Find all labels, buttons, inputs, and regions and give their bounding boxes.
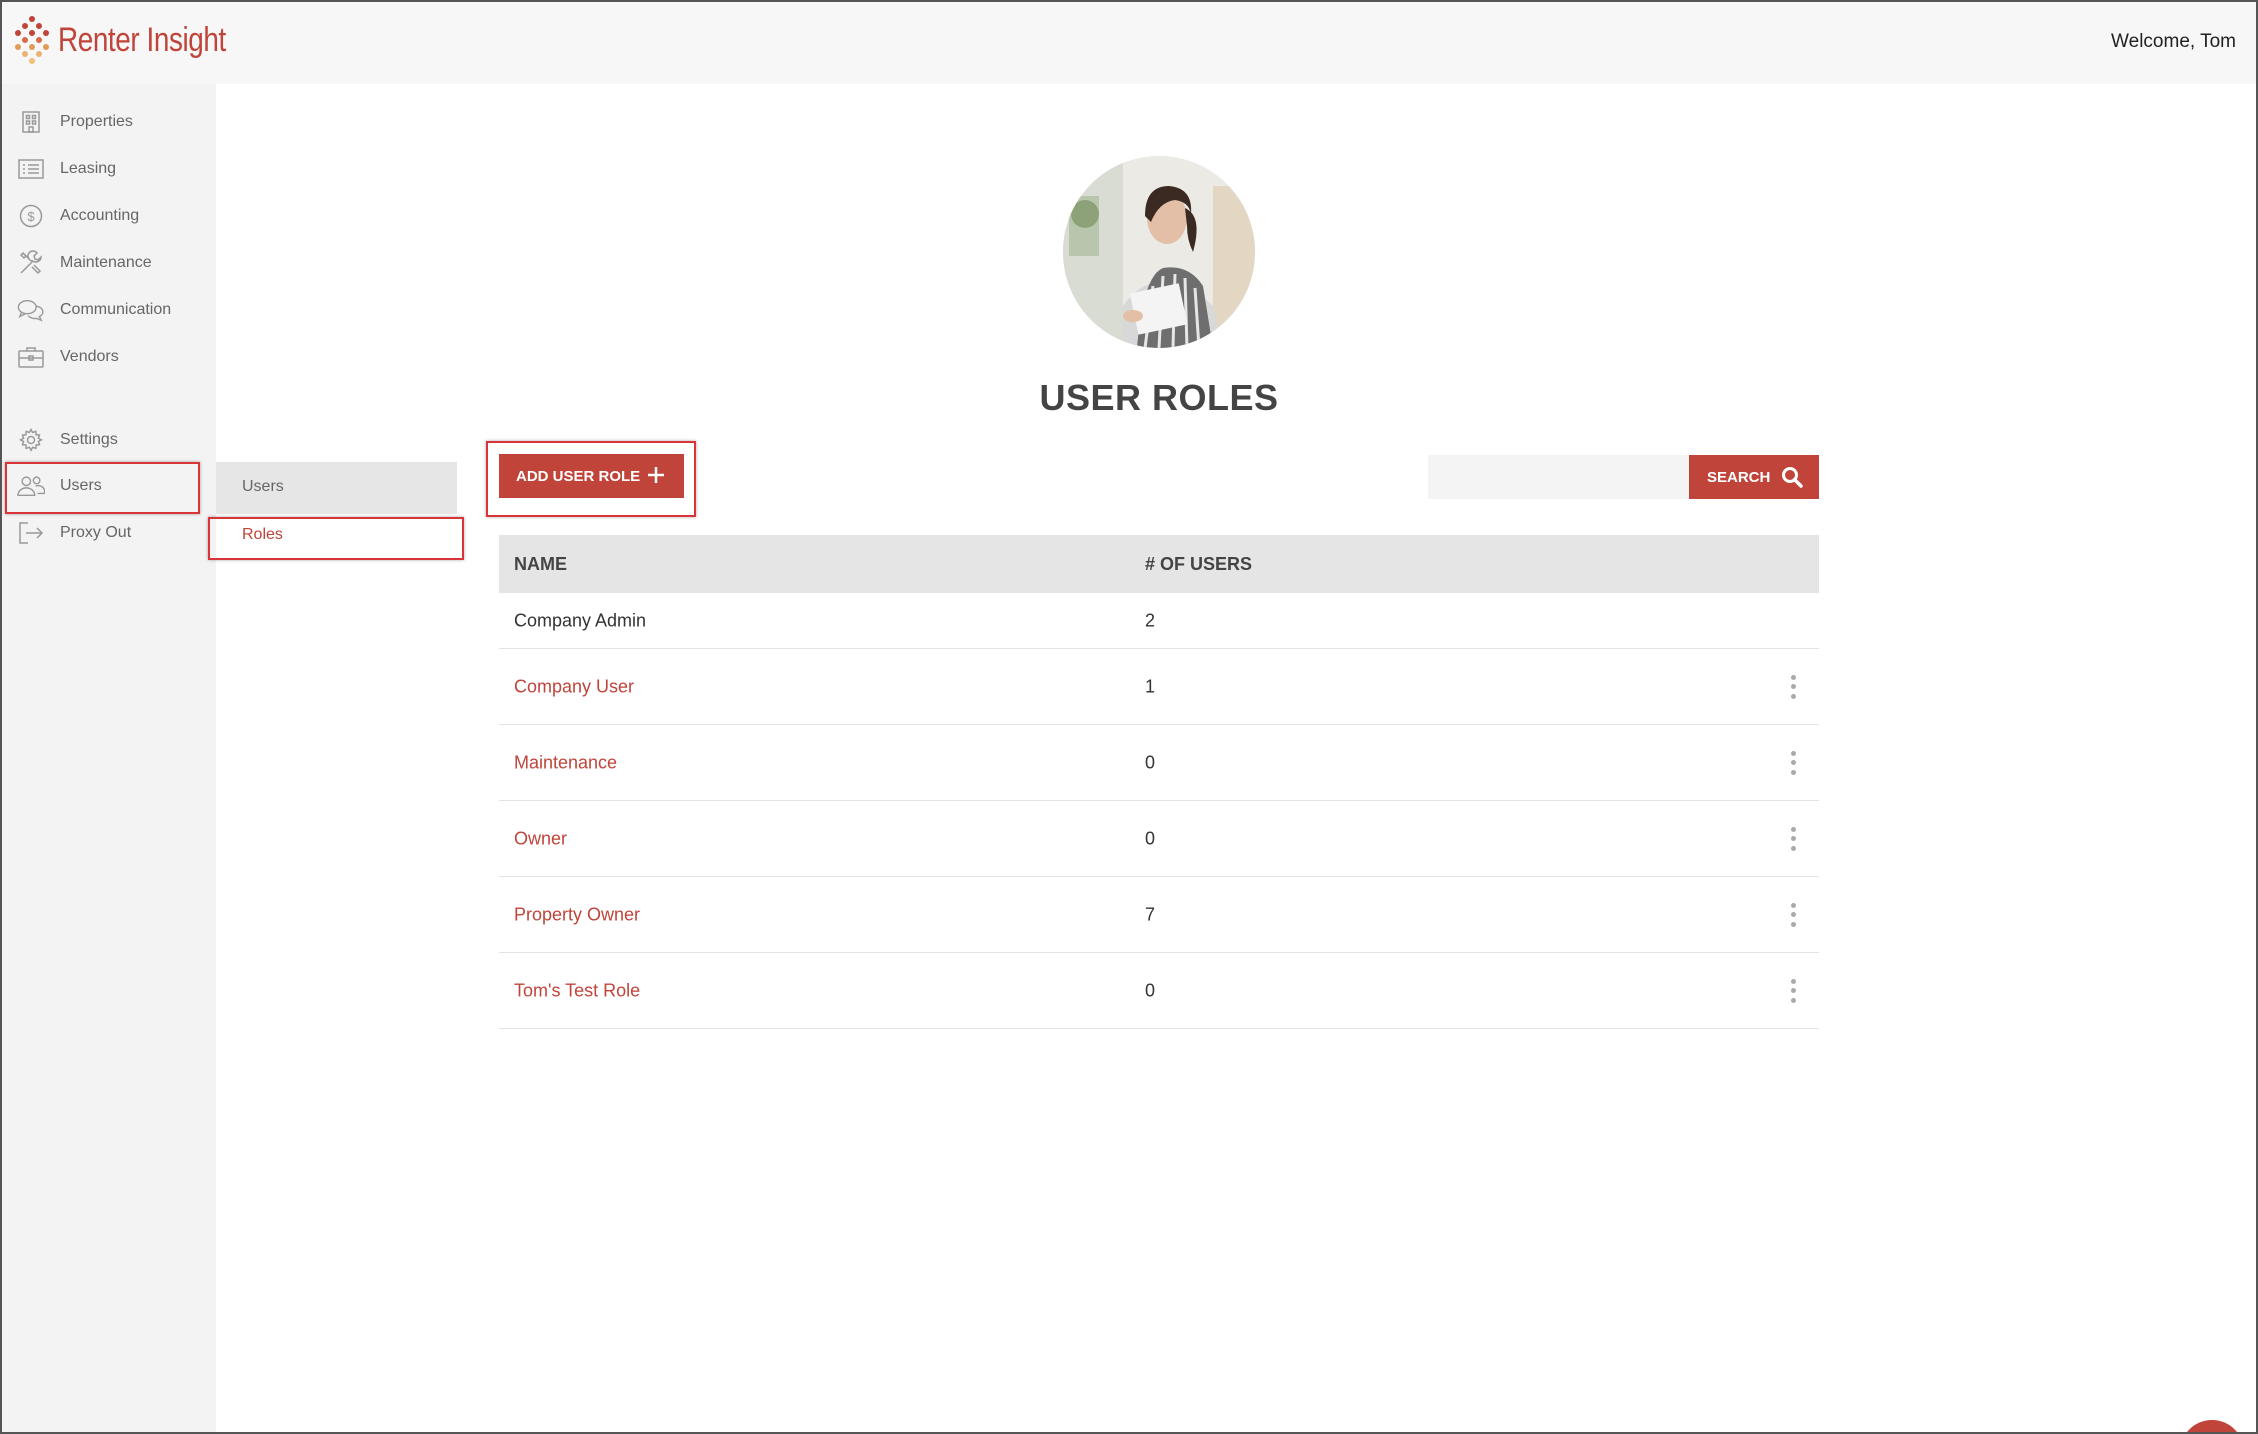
table-row: Property Owner 7: [499, 877, 1819, 953]
svg-text:$: $: [27, 209, 35, 224]
role-name-link[interactable]: Company User: [514, 676, 634, 697]
role-user-count: 0: [1145, 980, 1156, 1000]
role-user-count: 1: [1145, 676, 1156, 696]
column-header-name[interactable]: NAME: [514, 554, 567, 575]
user-roles-table: NAME # OF USERS Company Admin 2 Company …: [499, 535, 1819, 1029]
table-row: Owner 0: [499, 801, 1819, 877]
submenu-item-users[interactable]: Users: [242, 478, 284, 496]
add-user-role-label: ADD USER ROLE: [516, 467, 641, 485]
sidebar-item-leasing[interactable]: Leasing: [0, 149, 216, 189]
sidebar-item-label: Settings: [60, 431, 118, 448]
table-row: Company User 1: [499, 649, 1819, 725]
gear-icon: [17, 426, 45, 454]
role-user-count: 7: [1145, 904, 1156, 924]
sidebar-item-label: Leasing: [60, 160, 117, 177]
sign-out-icon: [17, 519, 45, 547]
search-icon: [1781, 466, 1803, 492]
table-row: Company Admin 2: [499, 593, 1819, 649]
briefcase-icon: [17, 343, 45, 371]
search-button-label: SEARCH: [1707, 468, 1771, 486]
building-icon: [17, 108, 45, 136]
role-name-link[interactable]: Maintenance: [514, 752, 617, 773]
sidebar-item-users[interactable]: Users: [0, 466, 216, 506]
sidebar-item-communication[interactable]: Communication: [0, 290, 216, 330]
brand-logo[interactable]: Renter Insight: [12, 14, 263, 66]
submenu-item-roles[interactable]: Roles: [242, 526, 283, 544]
role-user-count: 0: [1145, 752, 1156, 772]
page-title: USER ROLES: [1039, 377, 1279, 418]
logo-diamond-icon: [12, 14, 52, 66]
top-header: Renter Insight Welcome, Tom: [0, 0, 2258, 84]
welcome-message: Welcome, Tom: [2111, 31, 2236, 52]
brand-name: Renter Insight: [58, 20, 226, 59]
sidebar-item-label: Users: [60, 477, 102, 494]
sidebar-item-properties[interactable]: Properties: [0, 102, 216, 142]
sidebar-item-proxy-out[interactable]: Proxy Out: [0, 513, 216, 553]
table-row: Maintenance 0: [499, 725, 1819, 801]
dollar-circle-icon: $: [17, 202, 45, 230]
role-name-link[interactable]: Property Owner: [514, 904, 640, 925]
chat-bubbles-icon: [17, 296, 45, 324]
sidebar: [0, 84, 216, 1434]
search-button[interactable]: SEARCH: [1689, 455, 1819, 499]
users-icon: [17, 472, 45, 500]
row-actions-menu-icon[interactable]: [1787, 978, 1799, 1003]
sidebar-item-vendors[interactable]: Vendors: [0, 337, 216, 377]
row-actions-menu-icon[interactable]: [1787, 902, 1799, 927]
row-actions-menu-icon[interactable]: [1787, 674, 1799, 699]
sidebar-item-label: Accounting: [60, 207, 140, 224]
tools-icon: [17, 249, 45, 277]
sidebar-item-label: Properties: [60, 113, 133, 130]
role-user-count: 2: [1145, 610, 1156, 630]
sidebar-item-accounting[interactable]: $ Accounting: [0, 196, 216, 236]
search-input[interactable]: [1428, 455, 1689, 499]
role-name-link[interactable]: Owner: [514, 828, 567, 849]
user-roles-hero-image: [1063, 156, 1255, 348]
table-row: Tom's Test Role 0: [499, 953, 1819, 1029]
list-icon: [17, 155, 45, 183]
sidebar-item-settings[interactable]: Settings: [0, 420, 216, 460]
role-name-link[interactable]: Tom's Test Role: [514, 980, 640, 1001]
sidebar-item-maintenance[interactable]: Maintenance: [0, 243, 216, 283]
table-header: NAME # OF USERS: [499, 535, 1819, 593]
sidebar-item-label: Communication: [60, 301, 172, 318]
sidebar-item-label: Vendors: [60, 348, 119, 365]
role-user-count: 0: [1145, 828, 1156, 848]
row-actions-menu-icon[interactable]: [1787, 826, 1799, 851]
column-header-user-count[interactable]: # OF USERS: [1145, 554, 1252, 575]
sidebar-item-label: Proxy Out: [60, 524, 132, 541]
plus-icon: [646, 465, 666, 485]
sidebar-item-label: Maintenance: [60, 254, 152, 271]
add-user-role-button[interactable]: ADD USER ROLE: [499, 454, 684, 498]
role-name: Company Admin: [514, 610, 647, 630]
chat-launcher-button[interactable]: [2180, 1420, 2244, 1434]
row-actions-menu-icon[interactable]: [1787, 750, 1799, 775]
